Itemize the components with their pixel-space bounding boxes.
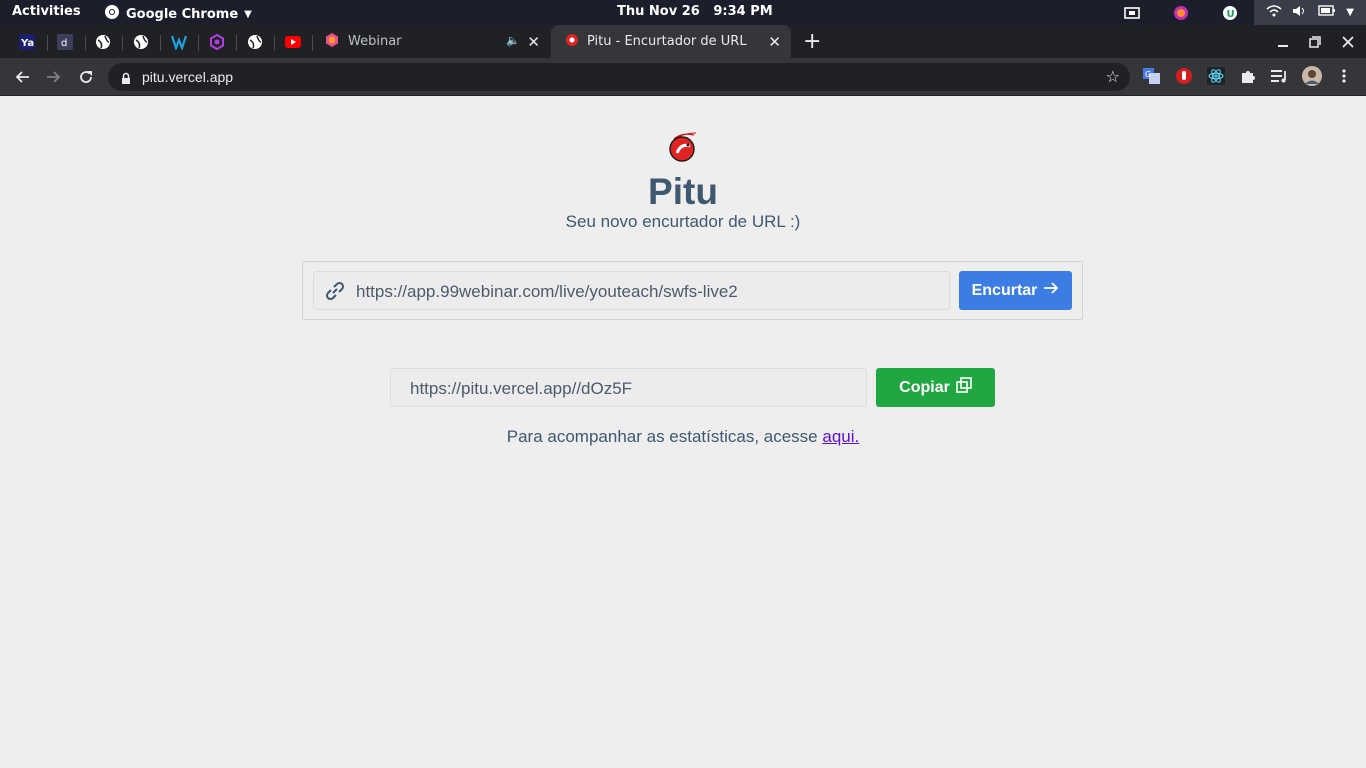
short-url-field[interactable]: https://pitu.vercel.app//dOz5F <box>390 368 867 407</box>
tab-pinned-2[interactable]: d <box>46 25 84 58</box>
stats-label: Para acompanhar as estatísticas, acesse <box>506 427 823 446</box>
copy-icon <box>956 377 972 398</box>
chevron-down-icon: ▼ <box>244 8 252 20</box>
arrow-right-icon <box>1043 281 1059 300</box>
pitu-tab-icon <box>565 33 579 51</box>
volume-icon <box>1292 5 1308 21</box>
tab-separator <box>312 35 313 51</box>
page-title: Pitu <box>648 171 718 212</box>
tab-label: Pitu - Encurtador de URL <box>587 34 747 49</box>
svg-text:Ya: Ya <box>20 38 34 49</box>
tab-label: Webinar <box>348 34 402 49</box>
chrome-icon <box>104 4 120 24</box>
close-icon[interactable]: ✕ <box>527 33 540 51</box>
page-content: Pitu Seu novo encurtador de URL :) https… <box>0 97 1366 768</box>
system-menu[interactable]: ▼ <box>1254 0 1366 25</box>
tab-pitu[interactable]: Pitu - Encurtador de URL ✕ <box>551 25 791 58</box>
chevron-down-icon: ▼ <box>1346 7 1354 18</box>
app-name: Google Chrome <box>126 6 239 22</box>
stats-text: Para acompanhar as estatísticas, acesse … <box>0 427 1366 447</box>
minimize-button[interactable] <box>1267 25 1299 58</box>
svg-text:d: d <box>61 38 67 49</box>
new-tab-button[interactable]: + <box>803 29 821 54</box>
gnome-top-bar: Activities Google Chrome ▼ Thu Nov 26 9:… <box>0 0 1366 25</box>
restore-button[interactable] <box>1299 25 1331 58</box>
activities-button[interactable]: Activities <box>12 4 81 19</box>
app-menu[interactable]: Google Chrome ▼ <box>104 4 252 24</box>
reload-button[interactable] <box>70 58 102 96</box>
chrome-menu-icon[interactable] <box>1334 66 1354 86</box>
wifi-icon <box>1266 4 1282 21</box>
globe-icon[interactable] <box>84 25 122 58</box>
shorten-button-label: Encurtar <box>971 281 1038 299</box>
star-icon[interactable]: ☆ <box>1106 67 1120 86</box>
react-devtools-icon[interactable] <box>1206 66 1226 86</box>
globe-icon[interactable] <box>122 25 160 58</box>
translate-icon[interactable]: G <box>1142 66 1162 86</box>
pitu-logo <box>668 131 698 168</box>
close-window-button[interactable] <box>1332 25 1364 58</box>
shorten-button[interactable]: Encurtar <box>959 271 1072 310</box>
tab-pinned-hexagon[interactable] <box>198 25 236 58</box>
tab-pinned-webflow[interactable] <box>160 25 198 58</box>
copy-button[interactable]: Copiar <box>876 368 995 407</box>
address-bar[interactable]: pitu.vercel.app ☆ <box>108 63 1130 91</box>
firefox-dev-icon[interactable] <box>1156 0 1205 25</box>
stats-link[interactable]: aqui. <box>822 427 859 446</box>
tab-pinned-1[interactable]: Ya <box>8 25 46 58</box>
copy-button-label: Copiar <box>899 378 950 396</box>
avatar[interactable] <box>1302 66 1322 86</box>
lock-icon[interactable] <box>121 70 131 89</box>
url-text[interactable]: pitu.vercel.app <box>142 69 233 85</box>
page-subtitle: Seu novo encurtador de URL :) <box>565 212 801 231</box>
short-url-value: https://pitu.vercel.app//dOz5F <box>410 379 633 398</box>
extensions-puzzle-icon[interactable] <box>1238 66 1258 86</box>
clock[interactable]: Thu Nov 26 9:34 PM <box>617 4 773 19</box>
stop-hand-icon[interactable] <box>1174 66 1194 86</box>
close-icon[interactable]: ✕ <box>768 33 781 51</box>
url-input[interactable]: https://app.99webinar.com/live/youteach/… <box>313 271 950 310</box>
media-control-icon[interactable] <box>1270 66 1290 86</box>
back-button[interactable] <box>6 58 38 96</box>
forward-button[interactable] <box>38 58 70 96</box>
update-icon[interactable]: U <box>1205 0 1254 25</box>
youtube-icon[interactable] <box>274 25 312 58</box>
muted-speaker-icon[interactable]: 🔈 <box>506 34 520 47</box>
globe-icon[interactable] <box>236 25 274 58</box>
link-icon <box>323 280 347 307</box>
screen-share-icon[interactable] <box>1107 0 1156 25</box>
svg-text:G: G <box>1145 70 1151 79</box>
battery-icon <box>1318 5 1336 20</box>
svg-text:U: U <box>1226 9 1234 20</box>
tab-webinar[interactable]: Webinar 🔈 ✕ <box>316 25 550 58</box>
url-input-value: https://app.99webinar.com/live/youteach/… <box>356 282 738 301</box>
webinar-icon <box>324 32 340 52</box>
shorten-form: https://app.99webinar.com/live/youteach/… <box>302 261 1083 320</box>
